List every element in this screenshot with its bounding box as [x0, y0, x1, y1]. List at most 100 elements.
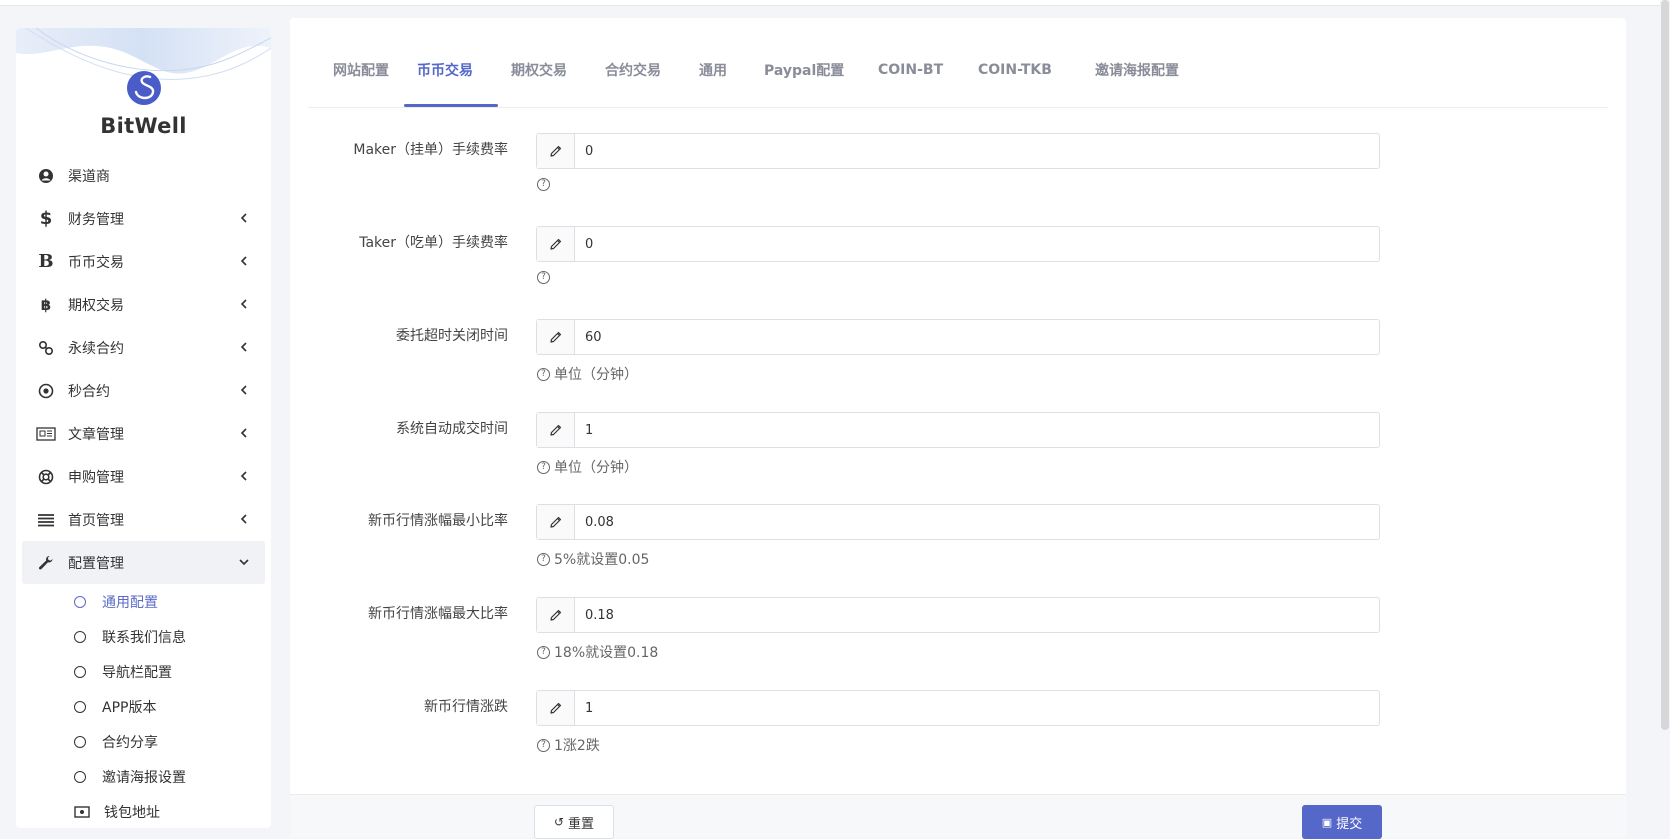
tab-paypal-config[interactable]: Paypal配置 — [764, 60, 844, 80]
field-help: ? — [537, 178, 554, 191]
sidebar-item-articles[interactable]: 文章管理 — [22, 412, 265, 455]
auto-match-input[interactable] — [575, 413, 1379, 447]
chevron-left-icon — [240, 385, 247, 395]
maker-fee-input[interactable] — [575, 134, 1379, 168]
sidebar-item-label: 财务管理 — [68, 211, 124, 228]
rise-fall-input[interactable] — [575, 691, 1379, 725]
bitcoin-icon: ฿ — [40, 295, 52, 314]
circle-icon — [74, 700, 86, 713]
chevron-left-icon — [240, 213, 247, 223]
tab-website-config[interactable]: 网站配置 — [333, 60, 389, 80]
sidebar-item-second-contract[interactable]: 秒合约 — [22, 369, 265, 412]
list-icon — [36, 510, 56, 530]
question-icon: ? — [537, 645, 550, 659]
help-text: 18%就设置0.18 — [554, 645, 659, 661]
chevron-left-icon — [240, 514, 247, 524]
link-icon — [36, 338, 56, 358]
maker-fee-input-group — [536, 133, 1380, 169]
sidebar-item-config[interactable]: 配置管理 — [22, 541, 265, 584]
sidebar-item-label: 文章管理 — [68, 426, 124, 443]
tab-bar: 网站配置 币币交易 期权交易 合约交易 通用 Paypal配置 COIN-BT … — [308, 40, 1608, 108]
sidebar-item-options[interactable]: ฿ 期权交易 — [22, 283, 265, 326]
submit-button[interactable]: ▣ 提交 — [1302, 805, 1382, 839]
subitem-label: 联系我们信息 — [102, 629, 186, 646]
sidebar-item-label: 渠道商 — [68, 168, 110, 185]
subitem-contract-share[interactable]: 合约分享 — [22, 724, 265, 759]
question-icon: ? — [537, 178, 550, 191]
circle-icon — [74, 665, 86, 678]
question-icon: ? — [537, 738, 550, 752]
sidebar-item-label: 首页管理 — [68, 512, 124, 529]
order-timeout-input-group — [536, 319, 1380, 355]
sidebar-item-perpetual[interactable]: 永续合约 — [22, 326, 265, 369]
help-text: 单位（分钟） — [554, 460, 638, 476]
question-icon: ? — [537, 460, 550, 474]
sidebar-item-homepage[interactable]: 首页管理 — [22, 498, 265, 541]
form-footer: ↺ 重置 ▣ 提交 — [290, 794, 1626, 839]
sidebar-item-label: 申购管理 — [68, 469, 124, 486]
circle-icon — [74, 770, 86, 783]
brand-logo-icon — [126, 71, 161, 105]
subitem-wallet-address[interactable]: 钱包地址 — [22, 794, 265, 828]
sidebar-item-channel[interactable]: 渠道商 — [22, 154, 265, 197]
help-text: 1涨2跌 — [554, 738, 600, 754]
chevron-left-icon — [240, 256, 247, 266]
field-help: ? 5%就设置0.05 — [537, 549, 649, 569]
min-rise-input[interactable] — [575, 505, 1379, 539]
pencil-icon — [537, 227, 575, 261]
pencil-icon — [537, 413, 575, 447]
taker-fee-input[interactable] — [575, 227, 1379, 261]
sidebar-item-spot[interactable]: B 币币交易 — [22, 240, 265, 283]
brand-name: BitWell — [100, 114, 187, 138]
order-timeout-input[interactable] — [575, 320, 1379, 354]
circle-icon — [74, 630, 86, 643]
tab-general[interactable]: 通用 — [699, 60, 727, 80]
user-circle-icon — [36, 166, 56, 186]
undo-icon: ↺ — [553, 815, 565, 829]
subitem-contact-info[interactable]: 联系我们信息 — [22, 619, 265, 654]
sidebar-item-finance[interactable]: $ 财务管理 — [22, 197, 265, 240]
lifebuoy-icon — [36, 467, 56, 487]
letter-b-icon: B — [38, 251, 54, 272]
subitem-label: 合约分享 — [102, 734, 158, 751]
max-rise-input[interactable] — [575, 598, 1379, 632]
subitem-label: 邀请海报设置 — [102, 769, 186, 786]
circle-icon — [74, 595, 86, 608]
min-rise-input-group — [536, 504, 1380, 540]
subitem-navbar-config[interactable]: 导航栏配置 — [22, 654, 265, 689]
subitem-label: 导航栏配置 — [102, 664, 172, 681]
sidebar-item-label: 配置管理 — [68, 555, 124, 572]
top-bar — [0, 0, 1670, 6]
scrollbar-thumb[interactable] — [1661, 0, 1669, 730]
tab-coin-bt[interactable]: COIN-BT — [878, 62, 943, 78]
active-tab-underline — [404, 104, 498, 107]
tab-invite-poster-config[interactable]: 邀请海报配置 — [1095, 60, 1179, 80]
tab-contract-trading[interactable]: 合约交易 — [605, 60, 661, 80]
submit-button-label: 提交 — [1336, 816, 1363, 832]
sidebar-item-label: 币币交易 — [68, 254, 124, 271]
max-rise-input-group — [536, 597, 1380, 633]
subitem-label: 钱包地址 — [104, 804, 160, 821]
chevron-left-icon — [240, 299, 247, 309]
sidebar-item-subscription[interactable]: 申购管理 — [22, 455, 265, 498]
field-label: 委托超时关闭时间 — [396, 328, 508, 344]
subitem-app-version[interactable]: APP版本 — [22, 689, 265, 724]
chevron-left-icon — [240, 428, 247, 438]
tab-options-trading[interactable]: 期权交易 — [511, 60, 567, 80]
circle-icon — [74, 735, 86, 748]
chevron-left-icon — [240, 471, 247, 481]
subitem-label: APP版本 — [102, 699, 157, 716]
subitem-invite-poster[interactable]: 邀请海报设置 — [22, 759, 265, 794]
reset-button[interactable]: ↺ 重置 — [534, 805, 614, 839]
field-label: 新币行情涨幅最大比率 — [368, 606, 508, 622]
subitem-general-config[interactable]: 通用配置 — [22, 584, 265, 619]
help-text: 5%就设置0.05 — [554, 552, 650, 568]
question-icon: ? — [537, 552, 550, 566]
tab-coin-tkb[interactable]: COIN-TKB — [978, 62, 1052, 78]
brand: BitWell — [16, 70, 271, 138]
pencil-icon — [537, 505, 575, 539]
tab-spot-trading[interactable]: 币币交易 — [417, 60, 473, 80]
subitem-label: 通用配置 — [102, 594, 158, 611]
newspaper-icon — [36, 424, 56, 444]
main-panel: 网站配置 币币交易 期权交易 合约交易 通用 Paypal配置 COIN-BT … — [290, 18, 1626, 839]
